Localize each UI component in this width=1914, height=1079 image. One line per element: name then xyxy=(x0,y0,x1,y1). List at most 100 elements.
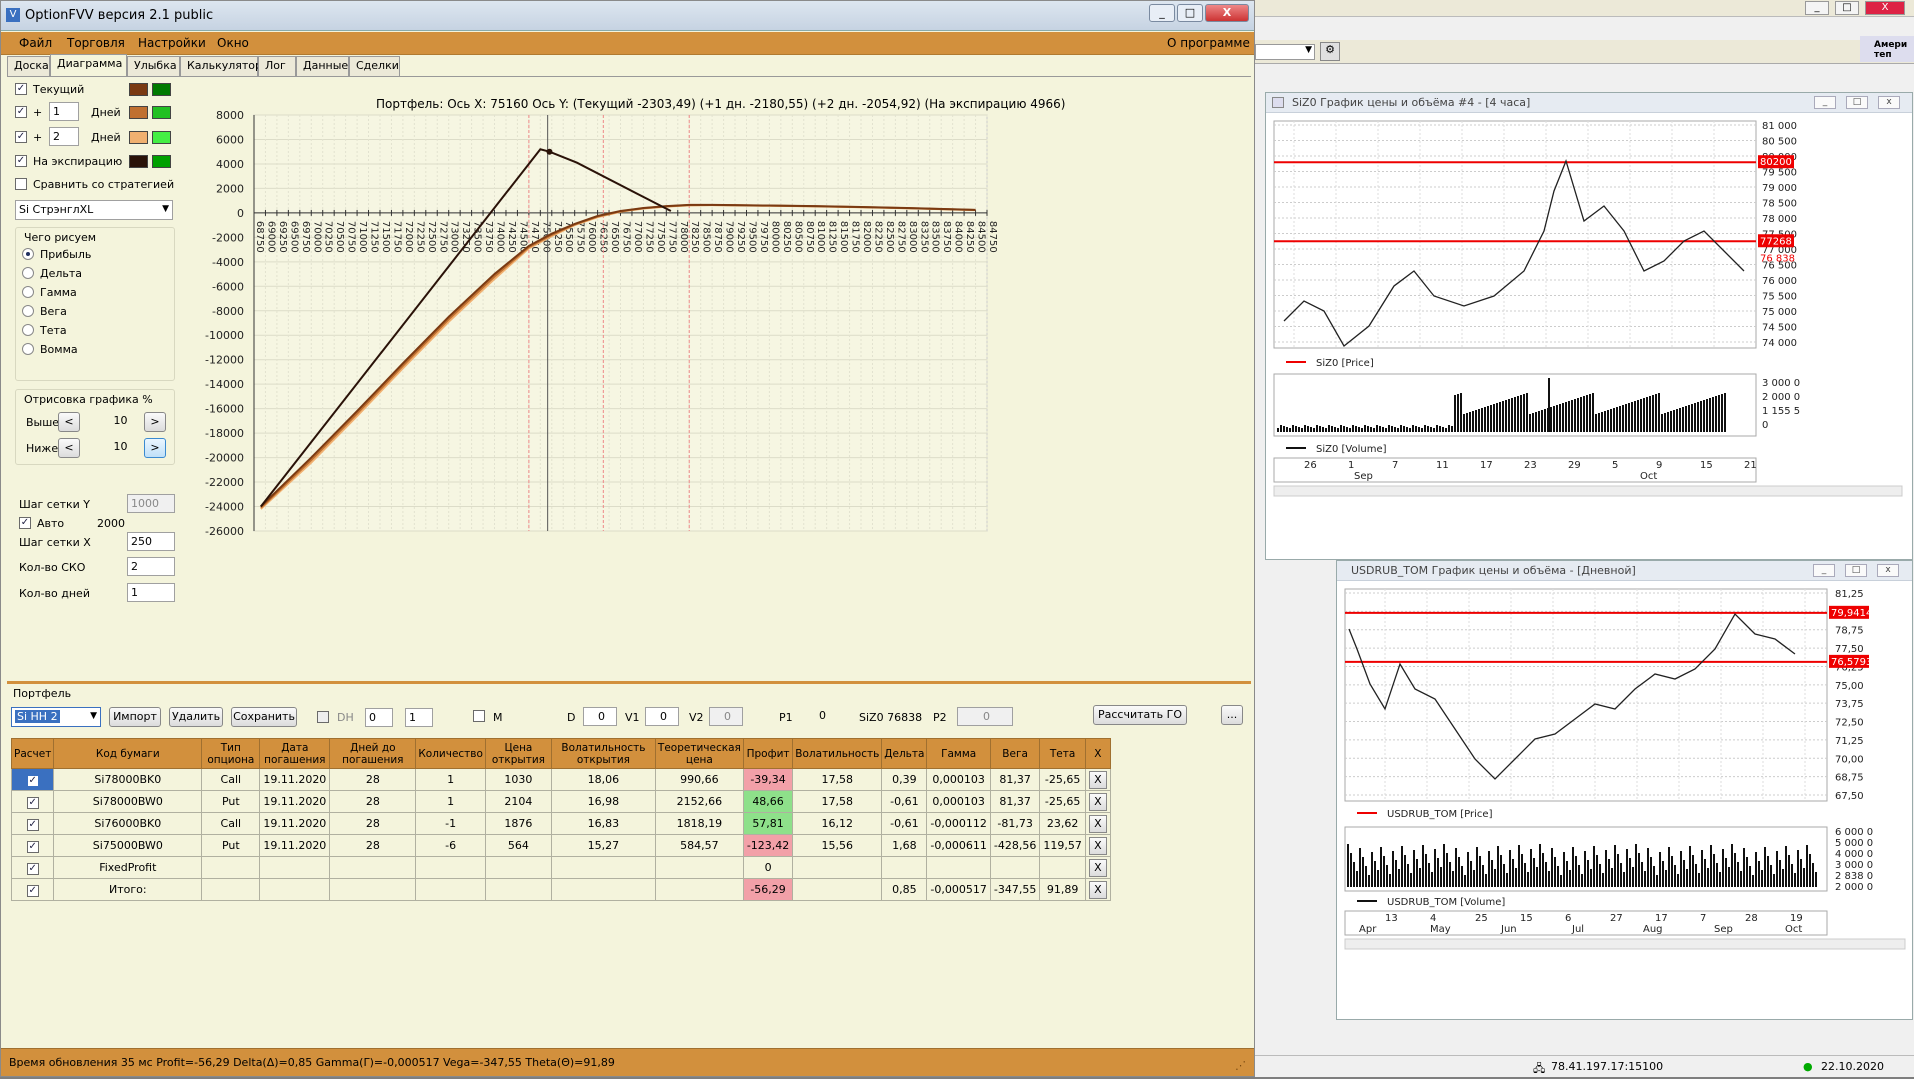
calc-go-button[interactable]: Рассчитать ГО xyxy=(1093,705,1187,725)
what-radio-2[interactable] xyxy=(22,286,34,298)
strategy-select[interactable]: Si СтрэнглXL ▼ xyxy=(15,200,173,220)
save-button[interactable]: Сохранить xyxy=(231,707,297,727)
dh-checkbox[interactable] xyxy=(317,711,329,723)
row-remove-button[interactable]: X xyxy=(1088,814,1107,833)
table-row[interactable]: Si78000BK0Call19.11.2020281103018,06990,… xyxy=(10,768,1111,791)
table-header[interactable]: Код бумаги xyxy=(53,738,203,769)
line-day1-checkbox[interactable] xyxy=(15,106,27,118)
what-radio-4[interactable] xyxy=(22,324,34,336)
row-calc-checkbox[interactable] xyxy=(26,862,39,875)
table-header[interactable]: X xyxy=(1084,738,1111,769)
chart2-close[interactable]: x xyxy=(1877,564,1899,577)
chart2-canvas[interactable]: 81,2580,0078,7577,5076,2575,0073,7572,50… xyxy=(1337,581,1913,1019)
p2-input[interactable]: 0 xyxy=(957,707,1013,726)
row-remove-button[interactable]: X xyxy=(1088,770,1107,789)
table-header[interactable]: Дата погашения xyxy=(259,738,331,769)
row-calc-checkbox[interactable] xyxy=(26,840,39,853)
close-button[interactable]: X xyxy=(1205,4,1249,22)
chart1-close[interactable]: x xyxy=(1878,96,1900,109)
below-increase-button[interactable]: > xyxy=(144,438,166,458)
resize-grip-icon[interactable]: ⋰ xyxy=(1235,1059,1246,1072)
chart1-maximize[interactable]: □ xyxy=(1846,96,1868,109)
table-header[interactable]: Расчет xyxy=(10,738,55,769)
table-header[interactable]: Волатильность xyxy=(792,738,883,769)
menu-file[interactable]: Файл xyxy=(19,36,52,50)
spin2-input[interactable]: 1 xyxy=(405,708,433,727)
line-expiry-color1[interactable] xyxy=(129,155,148,168)
delete-button[interactable]: Удалить xyxy=(169,707,223,727)
table-header[interactable]: Тета xyxy=(1039,738,1086,769)
row-calc-checkbox[interactable] xyxy=(26,796,39,809)
below-decrease-button[interactable]: < xyxy=(58,438,80,458)
chart2-maximize[interactable]: □ xyxy=(1845,564,1867,577)
menu-window[interactable]: Окно xyxy=(217,36,249,50)
table-row[interactable]: Si75000BW0Put19.11.202028-656415,27584,5… xyxy=(10,834,1111,857)
row-remove-button[interactable]: X xyxy=(1088,836,1107,855)
table-header[interactable]: Тип опциона xyxy=(201,738,261,769)
portfolio-select[interactable]: Si НН 2 ▼ xyxy=(11,707,101,727)
tab-log[interactable]: Лог xyxy=(258,56,296,76)
above-increase-button[interactable]: > xyxy=(144,412,166,432)
what-radio-1[interactable] xyxy=(22,267,34,279)
grid-y-input[interactable]: 1000 xyxy=(127,494,175,513)
line-day2-color2[interactable] xyxy=(152,131,171,144)
v2-input[interactable]: 0 xyxy=(709,707,743,726)
table-row[interactable]: Итого: -56,29 0,85-0,000517-347,5591,89X xyxy=(10,878,1111,901)
compare-checkbox[interactable] xyxy=(15,178,27,190)
table-header[interactable]: Дней до погашения xyxy=(329,738,417,769)
row-remove-button[interactable]: X xyxy=(1088,792,1107,811)
table-header[interactable]: Дельта xyxy=(881,738,928,769)
line-current-checkbox[interactable] xyxy=(15,83,27,95)
tab-diagram[interactable]: Диаграмма xyxy=(50,54,127,76)
tab-calculator[interactable]: Калькулятор xyxy=(180,56,262,76)
table-header[interactable]: Теоретическая цена xyxy=(654,738,744,769)
table-header[interactable]: Гамма xyxy=(926,738,991,769)
chart1-canvas[interactable]: 81 00080 50080 00079 50079 00078 50078 0… xyxy=(1266,113,1913,559)
spin1-input[interactable]: 0 xyxy=(365,708,393,727)
table-header[interactable]: Количество xyxy=(415,738,486,769)
table-row[interactable]: FixedProfit 0 X xyxy=(10,856,1111,879)
row-calc-checkbox[interactable] xyxy=(26,774,39,787)
line-day1-input[interactable]: 1 xyxy=(49,102,79,121)
days-input[interactable]: 1 xyxy=(127,583,175,602)
auto-checkbox[interactable] xyxy=(19,517,31,529)
minimize-button[interactable]: _ xyxy=(1149,4,1175,22)
line-current-color2[interactable] xyxy=(152,83,171,96)
what-radio-3[interactable] xyxy=(22,305,34,317)
line-day2-checkbox[interactable] xyxy=(15,131,27,143)
line-day1-color1[interactable] xyxy=(129,106,148,119)
line-day2-input[interactable]: 2 xyxy=(49,127,79,146)
bg-restore-button[interactable]: □ xyxy=(1835,1,1859,15)
m-checkbox[interactable] xyxy=(473,710,485,722)
chart2-minimize[interactable]: _ xyxy=(1813,564,1835,577)
tab-smile[interactable]: Улыбка xyxy=(127,56,180,76)
bg-combo[interactable]: ▼ xyxy=(1255,44,1315,60)
table-row[interactable]: Si76000BK0Call19.11.202028-1187616,83181… xyxy=(10,812,1111,835)
bg-close-button[interactable]: X xyxy=(1865,1,1905,15)
row-calc-checkbox[interactable] xyxy=(26,884,39,897)
sko-input[interactable]: 2 xyxy=(127,557,175,576)
maximize-button[interactable]: □ xyxy=(1177,4,1203,22)
more-button[interactable]: ... xyxy=(1221,705,1243,725)
above-decrease-button[interactable]: < xyxy=(58,412,80,432)
table-header[interactable]: Вега xyxy=(989,738,1041,769)
import-button[interactable]: Импорт xyxy=(109,707,161,727)
bg-minimize-button[interactable]: _ xyxy=(1805,1,1829,15)
what-radio-5[interactable] xyxy=(22,343,34,355)
row-calc-checkbox[interactable] xyxy=(26,818,39,831)
line-expiry-checkbox[interactable] xyxy=(15,155,27,167)
v1-input[interactable]: 0 xyxy=(645,707,679,726)
splitter[interactable] xyxy=(7,681,1251,684)
menu-settings[interactable]: Настройки xyxy=(138,36,206,50)
line-expiry-color2[interactable] xyxy=(152,155,171,168)
row-remove-button[interactable]: X xyxy=(1088,880,1107,899)
chart1-minimize[interactable]: _ xyxy=(1814,96,1836,109)
table-row[interactable]: Si78000BW0Put19.11.2020281210416,982152,… xyxy=(10,790,1111,813)
payoff-chart[interactable]: -26000-24000-22000-20000-18000-16000-140… xyxy=(181,77,1251,677)
d-input[interactable]: 0 xyxy=(583,707,617,726)
what-radio-0[interactable] xyxy=(22,248,34,260)
bg-tool-icon[interactable]: ⚙ xyxy=(1320,42,1340,61)
tab-data[interactable]: Данные xyxy=(296,56,349,76)
grid-x-input[interactable]: 250 xyxy=(127,532,175,551)
table-header[interactable]: Цена открытия xyxy=(484,738,552,769)
